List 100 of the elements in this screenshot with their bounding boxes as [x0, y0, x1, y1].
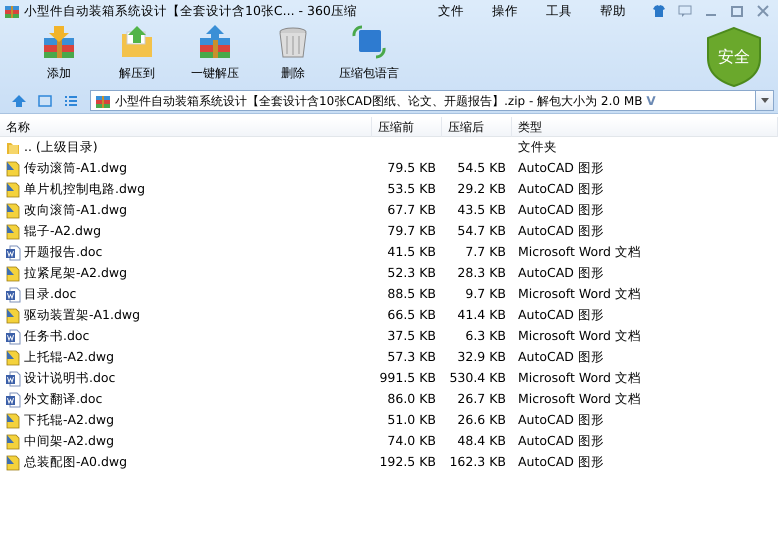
- file-name[interactable]: 中间架-A2.dwg: [24, 432, 114, 451]
- word-document-icon: [5, 286, 21, 302]
- menu-item[interactable]: 操作: [478, 2, 532, 20]
- file-type: Microsoft Word 文档: [518, 286, 641, 302]
- compressed-size: 26.6 KB: [457, 412, 506, 428]
- drawing-file-icon: [5, 266, 21, 282]
- toolbar-button[interactable]: 解压到: [98, 22, 176, 84]
- compressed-size: 6.3 KB: [465, 328, 506, 344]
- file-type: AutoCAD 图形: [518, 223, 604, 238]
- file-name[interactable]: 任务书.doc: [24, 327, 90, 346]
- file-name[interactable]: 辊子-A2.dwg: [24, 222, 102, 241]
- file-type: AutoCAD 图形: [518, 202, 604, 218]
- drawing-file-icon: [5, 160, 21, 176]
- column-header[interactable]: 名称: [0, 117, 372, 137]
- compressed-size: 43.5 KB: [457, 202, 506, 218]
- compressed-size: 26.7 KB: [457, 391, 506, 406]
- drawing-file-icon: [5, 224, 21, 240]
- file-name[interactable]: 外文翻译.doc: [24, 390, 102, 409]
- file-type: Microsoft Word 文档: [518, 244, 641, 260]
- column-header[interactable]: 压缩前: [372, 117, 442, 137]
- original-size: 66.5 KB: [387, 307, 436, 322]
- maximize-icon[interactable]: [729, 3, 745, 19]
- file-name[interactable]: 总装配图-A0.dwg: [24, 453, 128, 472]
- file-type: AutoCAD 图形: [518, 412, 604, 428]
- drawing-file-icon: [5, 308, 21, 324]
- compressed-size: 530.4 KB: [449, 370, 506, 386]
- compressed-size: 41.4 KB: [457, 307, 506, 322]
- file-type: AutoCAD 图形: [518, 160, 604, 176]
- one-click-extract-icon: [197, 24, 233, 60]
- file-type: Microsoft Word 文档: [518, 370, 641, 386]
- file-type: 文件夹: [518, 139, 557, 154]
- menu-item[interactable]: 文件: [424, 2, 478, 20]
- drawing-file-icon: [5, 202, 21, 218]
- original-size: 41.5 KB: [387, 244, 436, 260]
- original-size: 52.3 KB: [387, 265, 436, 280]
- compressed-size: 54.7 KB: [457, 223, 506, 238]
- original-size: 192.5 KB: [379, 454, 436, 470]
- original-size: 67.7 KB: [387, 202, 436, 218]
- toolbar-button[interactable]: 一键解压: [176, 22, 254, 84]
- archive-icon: [4, 3, 20, 19]
- compressed-size: 32.9 KB: [457, 349, 506, 364]
- file-type: AutoCAD 图形: [518, 454, 604, 470]
- file-name[interactable]: 改向滚筒-A1.dwg: [24, 201, 128, 220]
- compressed-size: 48.4 KB: [457, 433, 506, 448]
- column-header[interactable]: 类型: [512, 117, 778, 137]
- toolbar-button[interactable]: 压缩包语言: [330, 22, 408, 84]
- toolbar-button[interactable]: 删除: [254, 22, 332, 84]
- original-size: 79.5 KB: [387, 160, 436, 176]
- file-name[interactable]: 传动滚筒-A1.dwg: [24, 159, 128, 178]
- file-name[interactable]: 设计说明书.doc: [24, 369, 116, 388]
- compressed-size: 7.7 KB: [465, 244, 506, 260]
- caret-icon: [760, 98, 768, 103]
- file-type: Microsoft Word 文档: [518, 391, 641, 406]
- compressed-size: 28.3 KB: [457, 265, 506, 280]
- original-size: 88.5 KB: [387, 286, 436, 302]
- file-name[interactable]: 单片机控制电路.dwg: [24, 180, 146, 199]
- file-name[interactable]: .. (上级目录): [24, 138, 98, 157]
- file-type: Microsoft Word 文档: [518, 328, 641, 344]
- drawing-file-icon: [5, 182, 21, 198]
- history-button[interactable]: V: [646, 92, 660, 110]
- drawing-file-icon: [5, 350, 21, 366]
- compressed-size: 29.2 KB: [457, 181, 506, 196]
- original-size: 86.0 KB: [387, 391, 436, 406]
- original-size: 74.0 KB: [387, 433, 436, 448]
- compressed-size: 9.7 KB: [465, 286, 506, 302]
- file-name[interactable]: 目录.doc: [24, 285, 76, 304]
- word-document-icon: [5, 370, 21, 386]
- word-document-icon: [5, 244, 21, 260]
- original-size: 51.0 KB: [387, 412, 436, 428]
- menu-item[interactable]: 帮助: [586, 2, 640, 20]
- drawing-file-icon: [5, 412, 21, 428]
- feedback-icon[interactable]: [677, 3, 693, 19]
- file-type: AutoCAD 图形: [518, 307, 604, 322]
- column-header[interactable]: 压缩后: [442, 117, 512, 137]
- drawing-file-icon: [5, 454, 21, 470]
- file-name[interactable]: 拉紧尾架-A2.dwg: [24, 264, 128, 283]
- toolbar-button[interactable]: 添加: [20, 22, 98, 84]
- compressed-size: 54.5 KB: [457, 160, 506, 176]
- original-size: 79.7 KB: [387, 223, 436, 238]
- dropdown-button[interactable]: [756, 90, 774, 111]
- file-name[interactable]: 上托辊-A2.dwg: [24, 348, 114, 367]
- word-document-icon: [5, 392, 21, 408]
- shield-badge: 安全: [706, 26, 762, 88]
- file-type: AutoCAD 图形: [518, 349, 604, 364]
- file-type: AutoCAD 图形: [518, 265, 604, 280]
- add-archive-icon: [41, 24, 77, 60]
- file-name[interactable]: 下托辊-A2.dwg: [24, 411, 114, 430]
- file-name[interactable]: 驱动装置架-A1.dwg: [24, 306, 140, 325]
- extract-folder-icon: [119, 24, 155, 60]
- window-title: 小型件自动装箱系统设计【全套设计含10张C... - 360压缩: [24, 2, 357, 20]
- file-type: AutoCAD 图形: [518, 433, 604, 448]
- file-name[interactable]: 开题报告.doc: [24, 243, 102, 262]
- compressed-size: 162.3 KB: [449, 454, 506, 470]
- original-size: 991.5 KB: [379, 370, 436, 386]
- large-icons-view-icon[interactable]: [37, 92, 53, 108]
- shirt-icon[interactable]: [651, 3, 667, 19]
- menu-item[interactable]: 工具: [532, 2, 586, 20]
- address-field[interactable]: 小型件自动装箱系统设计【全套设计含10张CAD图纸、论文、开题报告】.zip - 解包大小为 2.0 MB V: [90, 90, 756, 111]
- up-arrow-icon[interactable]: [11, 92, 27, 108]
- close-icon[interactable]: [755, 3, 771, 19]
